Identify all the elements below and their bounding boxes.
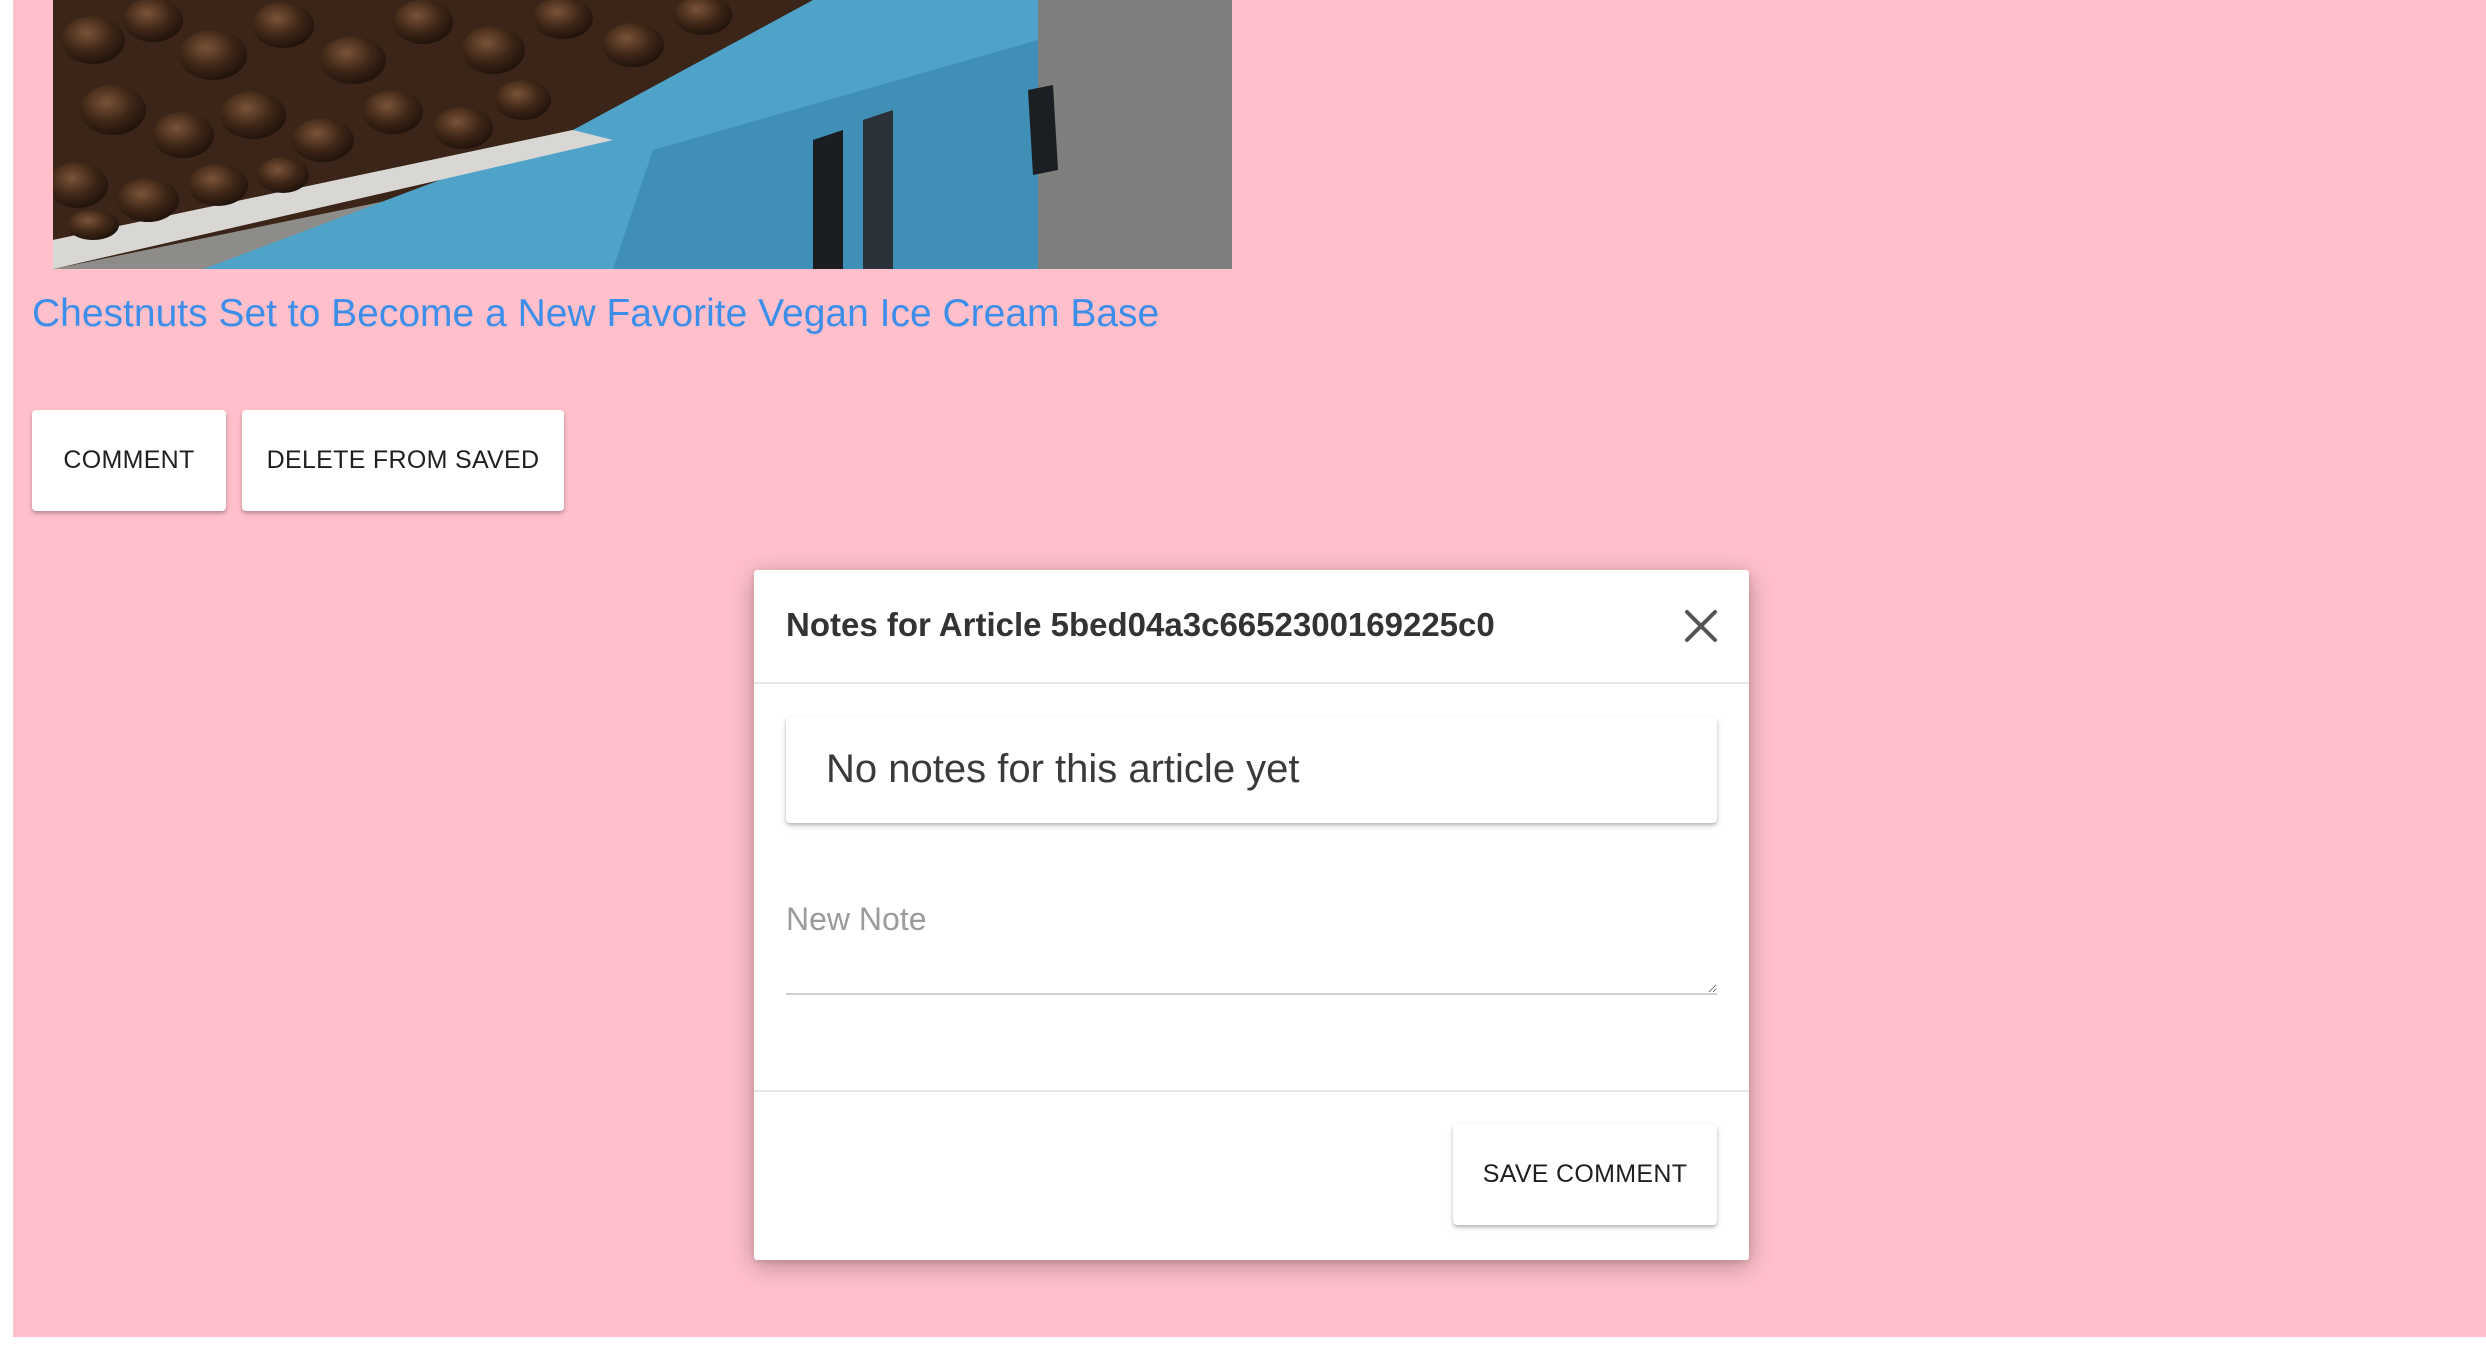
empty-notes-message: No notes for this article yet bbox=[826, 747, 1300, 791]
notes-modal: Notes for Article 5bed04a3c6652300169225… bbox=[754, 570, 1749, 1260]
saved-articles-page: Chestnuts Set to Become a New Favorite V… bbox=[13, 0, 2486, 1337]
notes-list: No notes for this article yet bbox=[786, 717, 1717, 823]
article-image bbox=[53, 0, 1232, 269]
new-note-input[interactable] bbox=[786, 875, 1717, 995]
modal-title: Notes for Article 5bed04a3c6652300169225… bbox=[786, 606, 1495, 643]
modal-footer: SAVE COMMENT bbox=[754, 1090, 1749, 1262]
chestnut-crate-photo bbox=[53, 0, 1232, 269]
save-comment-button[interactable]: SAVE COMMENT bbox=[1453, 1124, 1717, 1225]
delete-from-saved-button[interactable]: DELETE FROM SAVED bbox=[242, 410, 564, 511]
article-title-link[interactable]: Chestnuts Set to Become a New Favorite V… bbox=[32, 292, 1159, 336]
modal-header: Notes for Article 5bed04a3c6652300169225… bbox=[754, 570, 1749, 684]
comment-button[interactable]: COMMENT bbox=[32, 410, 226, 511]
close-icon[interactable] bbox=[1677, 602, 1725, 650]
